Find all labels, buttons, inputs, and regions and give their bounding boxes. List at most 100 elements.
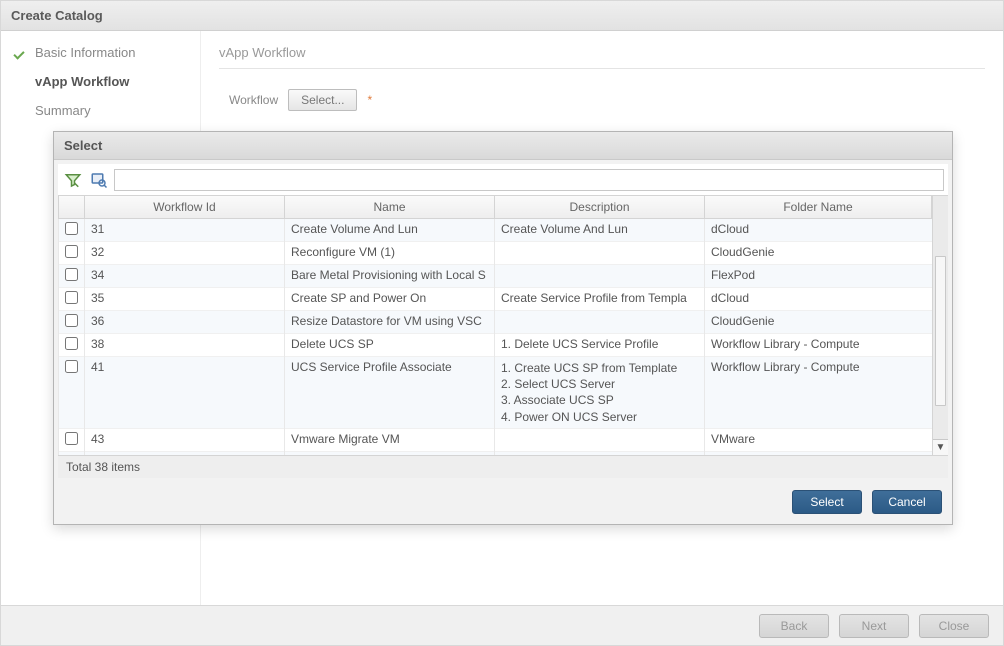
cell-description: Create Volume And Lun: [495, 219, 705, 242]
scrollbar-thumb[interactable]: [935, 256, 946, 406]
row-checkbox[interactable]: [65, 245, 78, 258]
row-checkbox-cell: [59, 219, 85, 242]
search-input[interactable]: [114, 169, 944, 191]
close-button[interactable]: Close: [919, 614, 989, 638]
workflow-table-scroll: Workflow Id Name Description Folder Name…: [58, 196, 948, 456]
row-checkbox[interactable]: [65, 222, 78, 235]
next-button[interactable]: Next: [839, 614, 909, 638]
workflow-table: Workflow Id Name Description Folder Name…: [58, 196, 932, 456]
cell-folder-name: CloudGenie: [705, 242, 932, 265]
row-checkbox-cell: [59, 357, 85, 429]
cell-workflow-id: 47: [85, 451, 285, 456]
row-checkbox[interactable]: [65, 432, 78, 445]
window-title: Create Catalog: [1, 1, 1003, 31]
workflow-table-wrap: Workflow Id Name Description Folder Name…: [58, 196, 948, 478]
cell-description: 1. Create UCS SP from Template2. Select …: [495, 357, 705, 429]
step-label: Basic Information: [35, 45, 135, 60]
table-row[interactable]: 41UCS Service Profile Associate1. Create…: [59, 357, 932, 429]
section-title: vApp Workflow: [219, 45, 985, 69]
table-row[interactable]: 43Vmware Migrate VMVMware: [59, 428, 932, 451]
cell-folder-name: FlexPod: [705, 265, 932, 288]
cell-workflow-id: 41: [85, 357, 285, 429]
cell-workflow-id: 32: [85, 242, 285, 265]
workflow-field-row: Workflow Select... *: [229, 89, 985, 111]
cell-name: Bare Metal Provisioning with Local S: [285, 265, 495, 288]
dialog-body: Workflow Id Name Description Folder Name…: [58, 164, 948, 478]
cell-folder-name: Workflow Library - Compute: [705, 334, 932, 357]
cell-workflow-id: 31: [85, 219, 285, 242]
column-name[interactable]: Name: [285, 196, 495, 219]
cell-description: [495, 451, 705, 456]
step-label: Summary: [35, 103, 91, 118]
cell-workflow-id: 36: [85, 311, 285, 334]
search-bar: [58, 164, 948, 196]
step-label: vApp Workflow: [35, 74, 129, 89]
cell-description: 1. Delete UCS Service Profile: [495, 334, 705, 357]
required-indicator-icon: *: [367, 93, 372, 107]
cell-folder-name: Workflow Library - Compute: [705, 357, 932, 429]
row-checkbox-cell: [59, 288, 85, 311]
cell-name: Vmware Migrate VM: [285, 428, 495, 451]
window-footer: Back Next Close: [1, 605, 1003, 645]
step-vapp-workflow[interactable]: vApp Workflow: [15, 74, 186, 89]
cell-description: [495, 265, 705, 288]
step-summary[interactable]: Summary: [15, 103, 186, 118]
dialog-footer: Select Cancel: [54, 482, 952, 524]
cell-folder-name: VMware: [705, 428, 932, 451]
workflow-field-label: Workflow: [229, 93, 278, 107]
row-checkbox[interactable]: [65, 291, 78, 304]
row-checkbox-cell: [59, 428, 85, 451]
dialog-select-button[interactable]: Select: [792, 490, 862, 514]
back-button[interactable]: Back: [759, 614, 829, 638]
filter-icon[interactable]: [62, 169, 84, 191]
column-folder-name[interactable]: Folder Name: [705, 196, 932, 219]
row-checkbox-cell: [59, 311, 85, 334]
row-checkbox[interactable]: [65, 314, 78, 327]
row-checkbox-cell: [59, 451, 85, 456]
cell-name: UCS Service Profile Associate: [285, 357, 495, 429]
row-checkbox[interactable]: [65, 337, 78, 350]
vertical-scrollbar[interactable]: ▼: [932, 196, 948, 455]
cell-name: Reconfigure VM (1): [285, 242, 495, 265]
table-row[interactable]: 47my_test IT-GRAD_TEST: [59, 451, 932, 456]
table-row[interactable]: 38Delete UCS SP1. Delete UCS Service Pro…: [59, 334, 932, 357]
cell-name: Resize Datastore for VM using VSC: [285, 311, 495, 334]
cell-workflow-id: 34: [85, 265, 285, 288]
row-checkbox-cell: [59, 334, 85, 357]
row-checkbox-cell: [59, 265, 85, 288]
cell-folder-name: dCloud: [705, 288, 932, 311]
check-icon: [15, 46, 29, 60]
cell-name: Create SP and Power On: [285, 288, 495, 311]
cell-name: Delete UCS SP: [285, 334, 495, 357]
dialog-cancel-button[interactable]: Cancel: [872, 490, 942, 514]
cell-folder-name: dCloud: [705, 219, 932, 242]
table-row[interactable]: 35Create SP and Power OnCreate Service P…: [59, 288, 932, 311]
step-basic-information[interactable]: Basic Information: [15, 45, 186, 60]
row-checkbox-cell: [59, 242, 85, 265]
dialog-title: Select: [54, 132, 952, 160]
column-description[interactable]: Description: [495, 196, 705, 219]
row-checkbox[interactable]: [65, 455, 78, 456]
row-checkbox[interactable]: [65, 268, 78, 281]
search-icon[interactable]: [88, 169, 110, 191]
table-header-row: Workflow Id Name Description Folder Name: [59, 196, 932, 219]
cell-workflow-id: 35: [85, 288, 285, 311]
cell-description: [495, 311, 705, 334]
cell-description: Create Service Profile from Templa: [495, 288, 705, 311]
row-checkbox[interactable]: [65, 360, 78, 373]
cell-name: Create Volume And Lun: [285, 219, 495, 242]
cell-name: my_test: [285, 451, 495, 456]
cell-description: [495, 242, 705, 265]
table-row[interactable]: 34Bare Metal Provisioning with Local S Fl…: [59, 265, 932, 288]
cell-workflow-id: 38: [85, 334, 285, 357]
select-workflow-dialog: Select: [53, 131, 953, 525]
table-row[interactable]: 36Resize Datastore for VM using VSC Cloud…: [59, 311, 932, 334]
workflow-select-button[interactable]: Select...: [288, 89, 357, 111]
table-row[interactable]: 32Reconfigure VM (1) CloudGenie: [59, 242, 932, 265]
table-row[interactable]: 31Create Volume And LunCreate Volume And…: [59, 219, 932, 242]
scrollbar-arrow-down-icon[interactable]: ▼: [933, 439, 948, 455]
cell-description: [495, 428, 705, 451]
cell-folder-name: IT-GRAD_TEST: [705, 451, 932, 456]
cell-folder-name: CloudGenie: [705, 311, 932, 334]
column-workflow-id[interactable]: Workflow Id: [85, 196, 285, 219]
